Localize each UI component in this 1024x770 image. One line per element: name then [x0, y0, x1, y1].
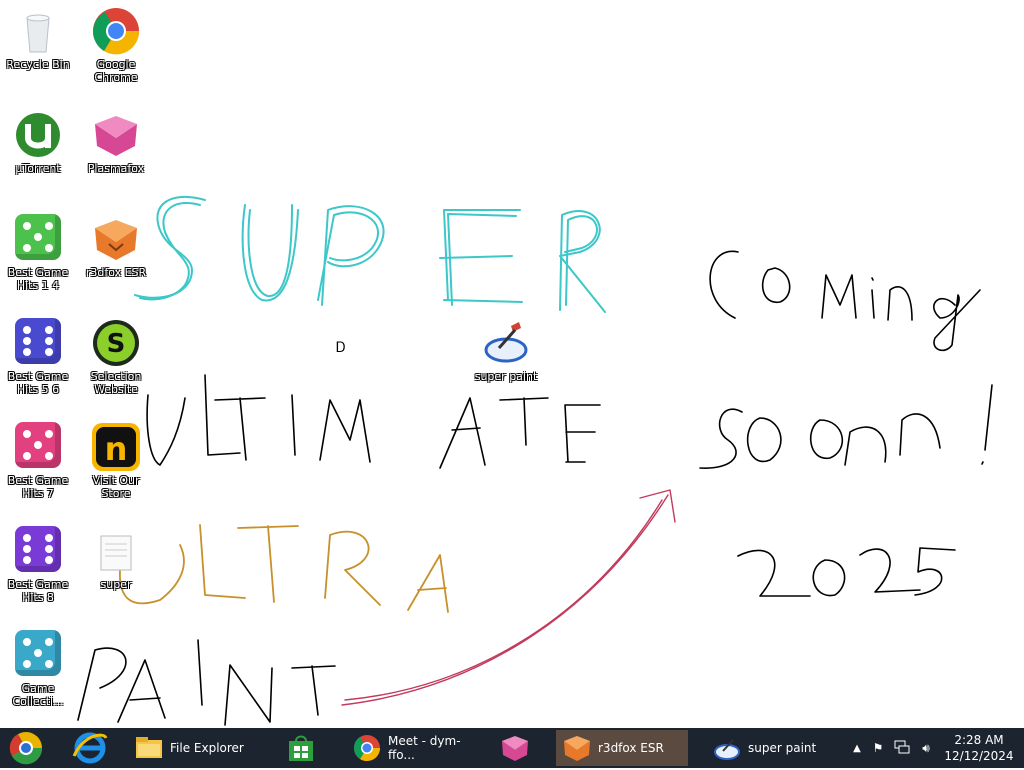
start-orb-icon: [9, 732, 43, 765]
r3dfox-icon: [91, 214, 141, 264]
clock-time: 2:28 AM: [954, 733, 1004, 747]
word-ultimate: [146, 374, 601, 469]
super-paint-icon: [481, 318, 531, 368]
desktop-icon-super-paint[interactable]: super paint: [468, 312, 544, 383]
pinned-internet-explorer[interactable]: [68, 730, 112, 766]
arrow: [341, 489, 676, 706]
store-icon: n: [91, 422, 141, 472]
taskbar-button-meet[interactable]: Meet - dym-ffo...: [346, 730, 480, 766]
internet-explorer-icon: [72, 732, 108, 764]
desktop-icon-visit-our-store[interactable]: n Visit Our Store: [78, 416, 154, 500]
start-button[interactable]: [4, 730, 48, 766]
word-ultra: [119, 524, 449, 613]
taskbar-button-super-paint[interactable]: super paint: [706, 730, 834, 766]
document-icon: [91, 526, 141, 576]
volume-icon[interactable]: 🔊︎: [914, 741, 938, 756]
taskbar-button-label: super paint: [748, 741, 817, 755]
dice-icon: [13, 422, 63, 472]
chrome-icon: [91, 6, 141, 56]
taskbar: File Explorer Meet - dym-ffo... r3dfox E…: [0, 728, 1024, 768]
taskbar-button-r3dfox-esr[interactable]: r3dfox ESR: [556, 730, 688, 766]
desktop-icon-best-game-hits-5-6[interactable]: Best Game Hits 5 6: [0, 312, 76, 396]
svg-text:Ꭰ: Ꭰ: [336, 340, 346, 356]
desktop-icon-game-collection[interactable]: Game Collecti...: [0, 624, 76, 708]
plasmafox-icon: [91, 110, 141, 160]
dice-icon: [13, 214, 63, 264]
super-paint-icon: [712, 733, 742, 763]
dice-icon: [13, 630, 63, 680]
desktop-icon-recycle-bin[interactable]: Recycle Bin: [0, 0, 76, 71]
clock[interactable]: 2:28 AM 12/12/2024: [944, 732, 1014, 764]
desktop-icon-r3dfox-esr[interactable]: r3dfox ESR: [78, 208, 154, 279]
word-paint: [77, 639, 336, 726]
taskbar-button-label: File Explorer: [170, 741, 244, 755]
recycle-bin-icon: [13, 6, 63, 56]
desktop-icon-best-game-hits-1-4[interactable]: Best Game Hits 1 4: [0, 208, 76, 292]
desktop-icon-google-chrome[interactable]: Google Chrome: [78, 0, 154, 84]
system-tray: ▲ ⚑ 🔊︎ 2:28 AM 12/12/2024: [848, 728, 1024, 768]
taskbar-button-label: Meet - dym-ffo...: [388, 734, 461, 762]
text-coming-soon: [699, 250, 993, 597]
chrome-icon: [352, 733, 382, 763]
utorrent-icon: [13, 110, 63, 160]
dice-icon: [13, 318, 63, 368]
flag-icon[interactable]: ⚑: [866, 741, 890, 755]
desktop[interactable]: Ꭰ Recycle Bin Google Chrome µTorrent Pla…: [0, 0, 1024, 728]
taskbar-button-store[interactable]: [280, 730, 324, 766]
taskbar-button-file-explorer[interactable]: File Explorer: [128, 730, 258, 766]
desktop-icon-best-game-hits-7[interactable]: Best Game Hits 7: [0, 416, 76, 500]
network-icon[interactable]: [890, 740, 914, 757]
r3dfox-icon: [562, 733, 592, 763]
desktop-icon-super[interactable]: super: [78, 520, 154, 591]
desktop-icon-plasmafox[interactable]: Plasmafox: [78, 104, 154, 175]
selection-icon: S: [91, 318, 141, 368]
svg-text:S: S: [107, 329, 126, 359]
svg-text:n: n: [105, 430, 128, 468]
desktop-icon-utorrent[interactable]: µTorrent: [0, 104, 76, 175]
desktop-icon-best-game-hits-8[interactable]: Best Game Hits 8: [0, 520, 76, 604]
folder-icon: [134, 733, 164, 763]
plasmafox-icon: [500, 733, 530, 763]
desktop-icon-selection-website[interactable]: S Selection Website: [78, 312, 154, 396]
word-super: [134, 195, 606, 313]
dice-icon: [13, 526, 63, 576]
taskbar-button-label: r3dfox ESR: [598, 741, 664, 755]
show-hidden-icon[interactable]: ▲: [848, 743, 866, 754]
store-bag-icon: [286, 733, 316, 763]
taskbar-button-plasmafox[interactable]: [494, 730, 544, 766]
clock-date: 12/12/2024: [944, 749, 1014, 763]
